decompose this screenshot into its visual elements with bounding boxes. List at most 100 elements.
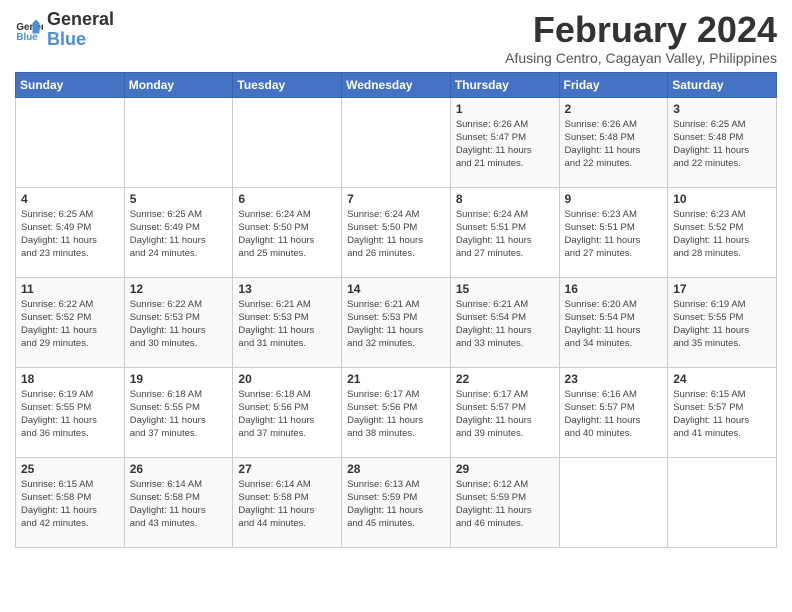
header-day-saturday: Saturday xyxy=(668,72,777,97)
day-number: 16 xyxy=(565,282,663,296)
header-day-sunday: Sunday xyxy=(16,72,125,97)
day-info: Sunrise: 6:17 AM Sunset: 5:57 PM Dayligh… xyxy=(456,388,554,441)
day-number: 24 xyxy=(673,372,771,386)
calendar-cell: 27 Sunrise: 6:14 AM Sunset: 5:58 PM Dayli… xyxy=(233,457,342,547)
calendar-cell: 20 Sunrise: 6:18 AM Sunset: 5:56 PM Dayli… xyxy=(233,367,342,457)
day-number: 10 xyxy=(673,192,771,206)
day-number: 15 xyxy=(456,282,554,296)
day-number: 2 xyxy=(565,102,663,116)
day-info: Sunrise: 6:12 AM Sunset: 5:59 PM Dayligh… xyxy=(456,478,554,531)
calendar-cell: 24Sunrise: 6:15 AM Sunset: 5:57 PM Dayli… xyxy=(668,367,777,457)
week-row-1: 1 Sunrise: 6:26 AM Sunset: 5:47 PM Daylig… xyxy=(16,97,777,187)
day-info: Sunrise: 6:21 AM Sunset: 5:53 PM Dayligh… xyxy=(347,298,445,351)
day-info: Sunrise: 6:24 AM Sunset: 5:51 PM Dayligh… xyxy=(456,208,554,261)
day-number: 28 xyxy=(347,462,445,476)
header-day-tuesday: Tuesday xyxy=(233,72,342,97)
calendar-cell: 9Sunrise: 6:23 AM Sunset: 5:51 PM Daylig… xyxy=(559,187,668,277)
day-number: 23 xyxy=(565,372,663,386)
logo-icon: General Blue xyxy=(15,16,43,44)
header-day-monday: Monday xyxy=(124,72,233,97)
day-info: Sunrise: 6:23 AM Sunset: 5:51 PM Dayligh… xyxy=(565,208,663,261)
calendar-cell: 12Sunrise: 6:22 AM Sunset: 5:53 PM Dayli… xyxy=(124,277,233,367)
calendar-cell: 4 Sunrise: 6:25 AM Sunset: 5:49 PM Daylig… xyxy=(16,187,125,277)
day-info: Sunrise: 6:22 AM Sunset: 5:53 PM Dayligh… xyxy=(130,298,228,351)
week-row-2: 4 Sunrise: 6:25 AM Sunset: 5:49 PM Daylig… xyxy=(16,187,777,277)
day-info: Sunrise: 6:19 AM Sunset: 5:55 PM Dayligh… xyxy=(21,388,119,441)
day-number: 6 xyxy=(238,192,336,206)
day-number: 13 xyxy=(238,282,336,296)
calendar-title: February 2024 xyxy=(505,10,777,50)
day-number: 7 xyxy=(347,192,445,206)
day-number: 17 xyxy=(673,282,771,296)
day-info: Sunrise: 6:16 AM Sunset: 5:57 PM Dayligh… xyxy=(565,388,663,441)
calendar-cell: 13 Sunrise: 6:21 AM Sunset: 5:53 PM Dayli… xyxy=(233,277,342,367)
day-info: Sunrise: 6:26 AM Sunset: 5:47 PM Dayligh… xyxy=(456,118,554,171)
day-info: Sunrise: 6:25 AM Sunset: 5:49 PM Dayligh… xyxy=(130,208,228,261)
day-info: Sunrise: 6:15 AM Sunset: 5:58 PM Dayligh… xyxy=(21,478,119,531)
day-number: 22 xyxy=(456,372,554,386)
day-info: Sunrise: 6:13 AM Sunset: 5:59 PM Dayligh… xyxy=(347,478,445,531)
week-row-3: 11 Sunrise: 6:22 AM Sunset: 5:52 PM Dayli… xyxy=(16,277,777,367)
calendar-cell xyxy=(342,97,451,187)
day-info: Sunrise: 6:17 AM Sunset: 5:56 PM Dayligh… xyxy=(347,388,445,441)
header-day-friday: Friday xyxy=(559,72,668,97)
calendar-cell: 16 Sunrise: 6:20 AM Sunset: 5:54 PM Dayli… xyxy=(559,277,668,367)
day-info: Sunrise: 6:14 AM Sunset: 5:58 PM Dayligh… xyxy=(130,478,228,531)
calendar-cell xyxy=(668,457,777,547)
day-info: Sunrise: 6:26 AM Sunset: 5:48 PM Dayligh… xyxy=(565,118,663,171)
day-number: 21 xyxy=(347,372,445,386)
day-number: 29 xyxy=(456,462,554,476)
day-info: Sunrise: 6:18 AM Sunset: 5:56 PM Dayligh… xyxy=(238,388,336,441)
calendar-table: SundayMondayTuesdayWednesdayThursdayFrid… xyxy=(15,72,777,548)
calendar-cell: 23 Sunrise: 6:16 AM Sunset: 5:57 PM Dayli… xyxy=(559,367,668,457)
day-info: Sunrise: 6:23 AM Sunset: 5:52 PM Dayligh… xyxy=(673,208,771,261)
day-number: 20 xyxy=(238,372,336,386)
day-info: Sunrise: 6:24 AM Sunset: 5:50 PM Dayligh… xyxy=(238,208,336,261)
calendar-cell: 1 Sunrise: 6:26 AM Sunset: 5:47 PM Daylig… xyxy=(450,97,559,187)
calendar-cell: 21 Sunrise: 6:17 AM Sunset: 5:56 PM Dayli… xyxy=(342,367,451,457)
calendar-cell xyxy=(233,97,342,187)
calendar-cell: 14 Sunrise: 6:21 AM Sunset: 5:53 PM Dayli… xyxy=(342,277,451,367)
day-info: Sunrise: 6:25 AM Sunset: 5:49 PM Dayligh… xyxy=(21,208,119,261)
calendar-cell: 19Sunrise: 6:18 AM Sunset: 5:55 PM Dayli… xyxy=(124,367,233,457)
calendar-cell xyxy=(559,457,668,547)
calendar-cell xyxy=(16,97,125,187)
calendar-cell: 7Sunrise: 6:24 AM Sunset: 5:50 PM Daylig… xyxy=(342,187,451,277)
day-info: Sunrise: 6:21 AM Sunset: 5:53 PM Dayligh… xyxy=(238,298,336,351)
calendar-cell: 10 Sunrise: 6:23 AM Sunset: 5:52 PM Dayli… xyxy=(668,187,777,277)
calendar-cell: 8 Sunrise: 6:24 AM Sunset: 5:51 PM Daylig… xyxy=(450,187,559,277)
calendar-cell xyxy=(124,97,233,187)
week-row-5: 25 Sunrise: 6:15 AM Sunset: 5:58 PM Dayli… xyxy=(16,457,777,547)
calendar-cell: 15 Sunrise: 6:21 AM Sunset: 5:54 PM Dayli… xyxy=(450,277,559,367)
day-number: 11 xyxy=(21,282,119,296)
day-number: 5 xyxy=(130,192,228,206)
day-number: 14 xyxy=(347,282,445,296)
calendar-cell: 22 Sunrise: 6:17 AM Sunset: 5:57 PM Dayli… xyxy=(450,367,559,457)
day-number: 18 xyxy=(21,372,119,386)
day-info: Sunrise: 6:20 AM Sunset: 5:54 PM Dayligh… xyxy=(565,298,663,351)
calendar-cell: 29 Sunrise: 6:12 AM Sunset: 5:59 PM Dayli… xyxy=(450,457,559,547)
day-info: Sunrise: 6:22 AM Sunset: 5:52 PM Dayligh… xyxy=(21,298,119,351)
day-info: Sunrise: 6:19 AM Sunset: 5:55 PM Dayligh… xyxy=(673,298,771,351)
day-number: 8 xyxy=(456,192,554,206)
day-number: 25 xyxy=(21,462,119,476)
calendar-cell: 2 Sunrise: 6:26 AM Sunset: 5:48 PM Daylig… xyxy=(559,97,668,187)
day-info: Sunrise: 6:21 AM Sunset: 5:54 PM Dayligh… xyxy=(456,298,554,351)
logo-text: General Blue xyxy=(47,10,114,50)
day-number: 26 xyxy=(130,462,228,476)
day-number: 3 xyxy=(673,102,771,116)
calendar-subtitle: Afusing Centro, Cagayan Valley, Philippi… xyxy=(505,50,777,66)
calendar-cell: 18 Sunrise: 6:19 AM Sunset: 5:55 PM Dayli… xyxy=(16,367,125,457)
calendar-header-row: SundayMondayTuesdayWednesdayThursdayFrid… xyxy=(16,72,777,97)
header-day-wednesday: Wednesday xyxy=(342,72,451,97)
day-info: Sunrise: 6:25 AM Sunset: 5:48 PM Dayligh… xyxy=(673,118,771,171)
day-number: 1 xyxy=(456,102,554,116)
day-info: Sunrise: 6:14 AM Sunset: 5:58 PM Dayligh… xyxy=(238,478,336,531)
calendar-cell: 17 Sunrise: 6:19 AM Sunset: 5:55 PM Dayli… xyxy=(668,277,777,367)
week-row-4: 18 Sunrise: 6:19 AM Sunset: 5:55 PM Dayli… xyxy=(16,367,777,457)
day-number: 4 xyxy=(21,192,119,206)
title-section: February 2024 Afusing Centro, Cagayan Va… xyxy=(505,10,777,66)
day-number: 27 xyxy=(238,462,336,476)
day-number: 19 xyxy=(130,372,228,386)
calendar-cell: 3 Sunrise: 6:25 AM Sunset: 5:48 PM Daylig… xyxy=(668,97,777,187)
